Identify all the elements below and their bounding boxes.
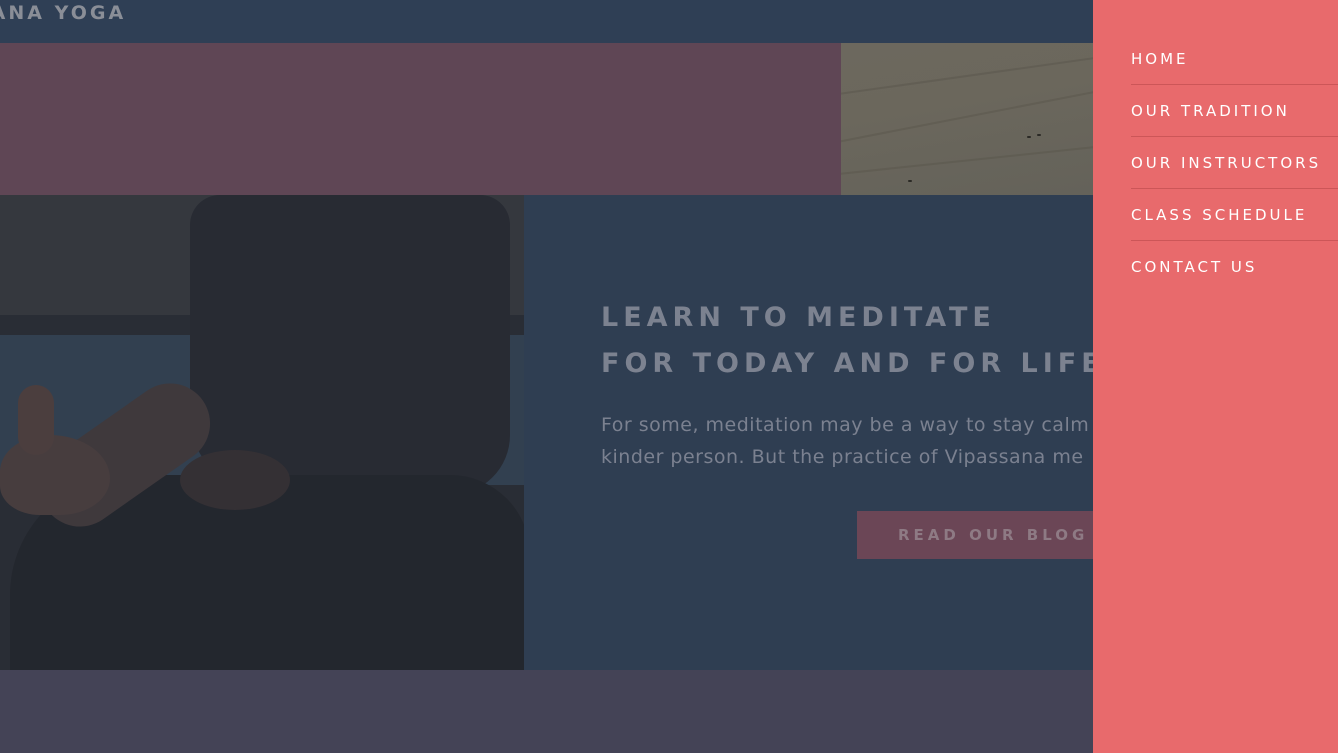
read-blog-button[interactable]: READ OUR BLOG	[857, 511, 1093, 559]
nav-item-home[interactable]: HOME	[1131, 33, 1338, 85]
site-logo-text[interactable]: SANA YOGA	[0, 2, 126, 24]
page: SANA YOGA LEARN TO MEDITATE FOR TODAY AN…	[0, 0, 1338, 753]
nav-list: HOME OUR TRADITION OUR INSTRUCTORS CLASS…	[1131, 33, 1338, 292]
body-line-2: kinder person. But the practice of Vipas…	[601, 446, 1084, 468]
headline-line-2: FOR TODAY AND FOR LIFE	[601, 348, 1093, 379]
headline-line-1: LEARN TO MEDITATE	[601, 302, 996, 333]
meditation-photo	[0, 195, 524, 670]
nav-item-our-tradition[interactable]: OUR TRADITION	[1131, 85, 1338, 137]
side-nav-menu: HOME OUR TRADITION OUR INSTRUCTORS CLASS…	[1093, 0, 1338, 753]
hero-accent-band	[0, 43, 841, 195]
hero-body-text: For some, meditation may be a way to sta…	[601, 409, 1089, 473]
nav-item-contact-us[interactable]: CONTACT US	[1131, 241, 1338, 292]
nav-item-our-instructors[interactable]: OUR INSTRUCTORS	[1131, 137, 1338, 189]
wood-floor-image	[841, 43, 1093, 195]
bottom-section	[0, 670, 1093, 753]
hero-headline: LEARN TO MEDITATE FOR TODAY AND FOR LIFE	[601, 295, 1093, 387]
body-line-1: For some, meditation may be a way to sta…	[601, 414, 1090, 436]
top-bar: SANA YOGA	[0, 0, 1093, 43]
nav-item-class-schedule[interactable]: CLASS SCHEDULE	[1131, 189, 1338, 241]
hero-content-panel: LEARN TO MEDITATE FOR TODAY AND FOR LIFE…	[524, 195, 1093, 670]
